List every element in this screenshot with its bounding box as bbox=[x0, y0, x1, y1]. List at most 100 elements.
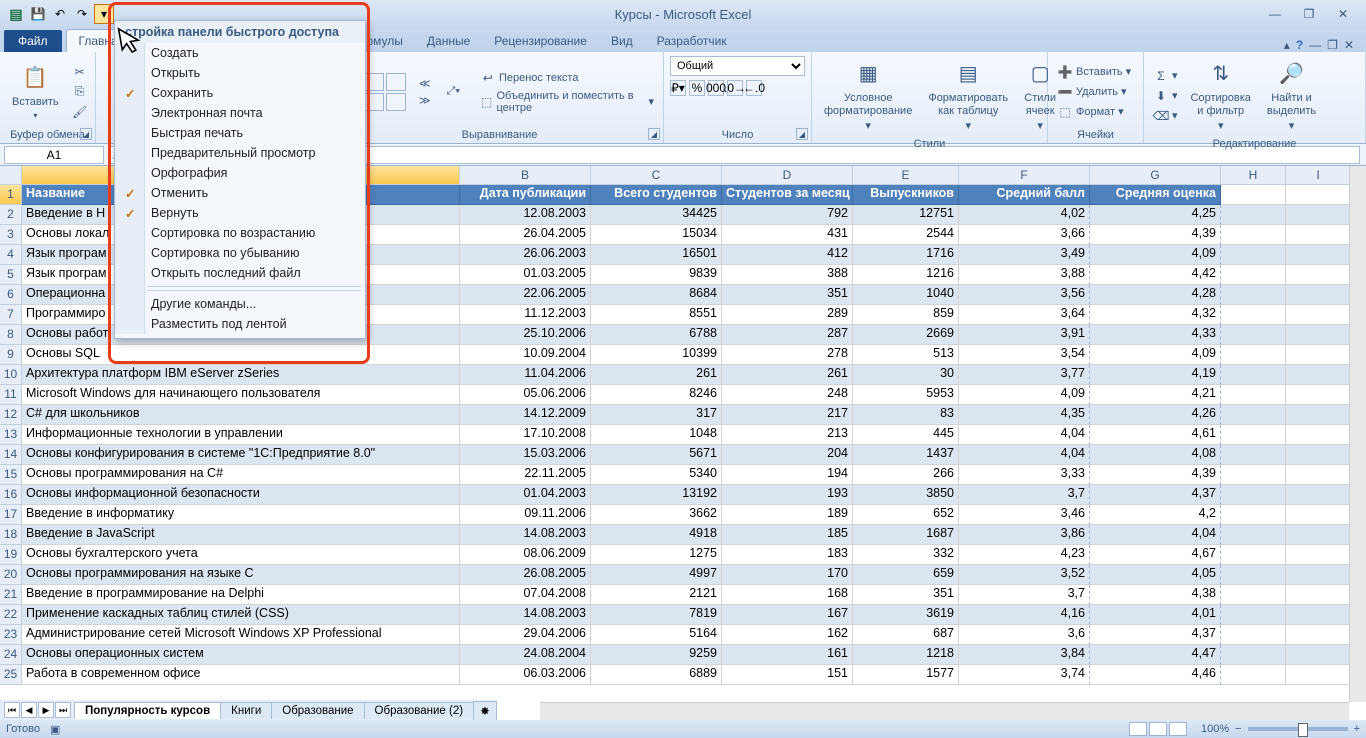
currency-icon[interactable]: ₽▾ bbox=[670, 80, 686, 96]
sheet-tab[interactable]: Книги bbox=[220, 702, 272, 719]
data-cell[interactable]: 11.12.2003 bbox=[460, 305, 591, 325]
data-cell[interactable]: 4,61 bbox=[1090, 425, 1221, 445]
data-cell[interactable]: 5164 bbox=[591, 625, 722, 645]
data-cell[interactable]: 168 bbox=[722, 585, 853, 605]
data-cell[interactable]: Администрирование сетей Microsoft Window… bbox=[22, 625, 460, 645]
qat-menu-item[interactable]: Открыть bbox=[115, 63, 365, 83]
data-cell[interactable]: 4,19 bbox=[1090, 365, 1221, 385]
header-cell[interactable]: Дата публикации bbox=[460, 185, 591, 205]
qat-menu-item[interactable]: Вернуть bbox=[115, 203, 365, 223]
data-cell[interactable]: 213 bbox=[722, 425, 853, 445]
data-cell[interactable]: 8684 bbox=[591, 285, 722, 305]
number-launcher[interactable]: ◢ bbox=[796, 128, 808, 140]
data-cell[interactable]: 3,7 bbox=[959, 485, 1090, 505]
data-cell[interactable]: 14.12.2009 bbox=[460, 405, 591, 425]
data-cell[interactable]: 26.06.2003 bbox=[460, 245, 591, 265]
conditional-format-button[interactable]: ▦Условное форматирование▾ bbox=[818, 56, 918, 136]
doc-close-icon[interactable]: ✕ bbox=[1344, 38, 1354, 52]
column-header[interactable]: B bbox=[460, 166, 591, 185]
data-cell[interactable]: 3,88 bbox=[959, 265, 1090, 285]
data-cell[interactable]: 25.10.2006 bbox=[460, 325, 591, 345]
data-cell[interactable]: 445 bbox=[853, 425, 959, 445]
data-cell[interactable]: 4,35 bbox=[959, 405, 1090, 425]
row-header[interactable]: 1 bbox=[0, 185, 22, 205]
column-header[interactable]: I bbox=[1286, 166, 1351, 185]
data-cell[interactable]: 4,37 bbox=[1090, 485, 1221, 505]
data-cell[interactable]: 08.06.2009 bbox=[460, 545, 591, 565]
view-pagebreak-button[interactable] bbox=[1169, 722, 1187, 736]
data-cell[interactable]: 185 bbox=[722, 525, 853, 545]
column-header[interactable]: F bbox=[959, 166, 1090, 185]
doc-minimize-icon[interactable]: — bbox=[1309, 38, 1321, 52]
data-cell[interactable]: 4,26 bbox=[1090, 405, 1221, 425]
data-cell[interactable]: Введение в JavaScript bbox=[22, 525, 460, 545]
data-cell[interactable]: 4,05 bbox=[1090, 565, 1221, 585]
find-select-button[interactable]: 🔎Найти и выделить▾ bbox=[1261, 56, 1322, 136]
data-cell[interactable]: 388 bbox=[722, 265, 853, 285]
data-cell[interactable]: 83 bbox=[853, 405, 959, 425]
data-cell[interactable]: 01.03.2005 bbox=[460, 265, 591, 285]
data-cell[interactable]: Основы бухгалтерского учета bbox=[22, 545, 460, 565]
file-tab[interactable]: Файл bbox=[4, 30, 62, 52]
row-header[interactable]: 9 bbox=[0, 345, 22, 365]
zoom-in-button[interactable]: + bbox=[1354, 723, 1360, 735]
row-header[interactable]: 14 bbox=[0, 445, 22, 465]
data-cell[interactable]: 6788 bbox=[591, 325, 722, 345]
header-cell[interactable]: Выпускников bbox=[853, 185, 959, 205]
vertical-scrollbar[interactable] bbox=[1349, 166, 1366, 702]
data-cell[interactable]: 189 bbox=[722, 505, 853, 525]
data-cell[interactable]: 16501 bbox=[591, 245, 722, 265]
data-cell[interactable]: 1577 bbox=[853, 665, 959, 685]
data-cell[interactable]: 4997 bbox=[591, 565, 722, 585]
sheet-nav-next[interactable]: ▶ bbox=[38, 702, 54, 718]
data-cell[interactable]: Информационные технологии в управлении bbox=[22, 425, 460, 445]
data-cell[interactable]: 4,32 bbox=[1090, 305, 1221, 325]
qat-menu-item[interactable]: Создать bbox=[115, 43, 365, 63]
data-cell[interactable]: Основы информационной безопасности bbox=[22, 485, 460, 505]
data-cell[interactable]: 3,6 bbox=[959, 625, 1090, 645]
autosum-button[interactable]: Σ▾ bbox=[1150, 67, 1181, 85]
insert-cells-button[interactable]: ➕Вставить ▾ bbox=[1054, 63, 1134, 81]
data-cell[interactable]: 17.10.2008 bbox=[460, 425, 591, 445]
data-cell[interactable]: 4,01 bbox=[1090, 605, 1221, 625]
data-cell[interactable]: 1218 bbox=[853, 645, 959, 665]
data-cell[interactable]: 4,28 bbox=[1090, 285, 1221, 305]
excel-logo-icon[interactable]: ▤ bbox=[6, 4, 26, 24]
row-header[interactable]: 10 bbox=[0, 365, 22, 385]
data-cell[interactable]: 261 bbox=[591, 365, 722, 385]
data-cell[interactable]: 3,66 bbox=[959, 225, 1090, 245]
data-cell[interactable]: 3,74 bbox=[959, 665, 1090, 685]
data-cell[interactable]: 3,49 bbox=[959, 245, 1090, 265]
data-cell[interactable]: 26.04.2005 bbox=[460, 225, 591, 245]
data-cell[interactable]: 287 bbox=[722, 325, 853, 345]
data-cell[interactable]: 687 bbox=[853, 625, 959, 645]
data-cell[interactable]: 14.08.2003 bbox=[460, 525, 591, 545]
data-cell[interactable]: 3,52 bbox=[959, 565, 1090, 585]
data-cell[interactable]: 8246 bbox=[591, 385, 722, 405]
zoom-slider[interactable] bbox=[1248, 727, 1348, 731]
data-cell[interactable]: 3,7 bbox=[959, 585, 1090, 605]
data-cell[interactable]: 332 bbox=[853, 545, 959, 565]
tab-developer[interactable]: Разработчик bbox=[645, 30, 739, 52]
data-cell[interactable]: 4,2 bbox=[1090, 505, 1221, 525]
data-cell[interactable]: 3,46 bbox=[959, 505, 1090, 525]
data-cell[interactable]: 4,04 bbox=[959, 425, 1090, 445]
qat-menu-item[interactable]: Открыть последний файл bbox=[115, 263, 365, 283]
data-cell[interactable]: 9839 bbox=[591, 265, 722, 285]
data-cell[interactable]: Основы операционных систем bbox=[22, 645, 460, 665]
data-cell[interactable]: Основы SQL bbox=[22, 345, 460, 365]
data-cell[interactable]: 204 bbox=[722, 445, 853, 465]
data-cell[interactable]: 659 bbox=[853, 565, 959, 585]
alignment-launcher[interactable]: ◢ bbox=[648, 128, 660, 140]
data-cell[interactable]: 1040 bbox=[853, 285, 959, 305]
data-cell[interactable]: 162 bbox=[722, 625, 853, 645]
view-normal-button[interactable] bbox=[1129, 722, 1147, 736]
data-cell[interactable]: 34425 bbox=[591, 205, 722, 225]
data-cell[interactable]: 4918 bbox=[591, 525, 722, 545]
data-cell[interactable]: Работа в современном офисе bbox=[22, 665, 460, 685]
data-cell[interactable]: 13192 bbox=[591, 485, 722, 505]
data-cell[interactable]: 3,77 bbox=[959, 365, 1090, 385]
data-cell[interactable]: 1437 bbox=[853, 445, 959, 465]
sheet-tab[interactable]: Образование (2) bbox=[364, 702, 475, 719]
data-cell[interactable]: 4,47 bbox=[1090, 645, 1221, 665]
